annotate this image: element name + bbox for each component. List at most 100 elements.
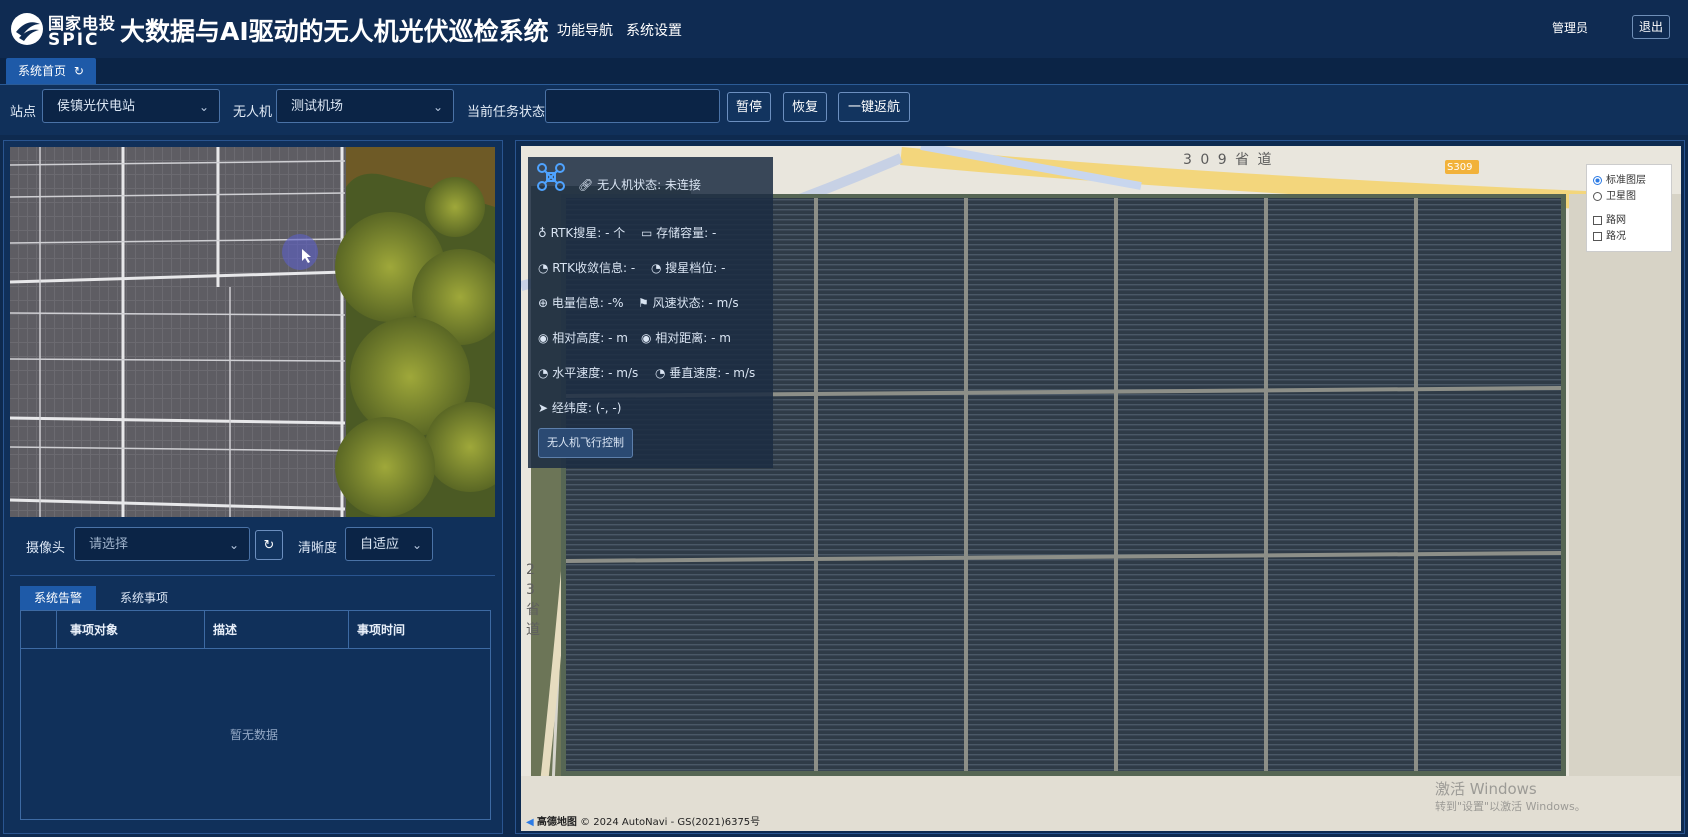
tab-system-alarm[interactable]: 系统告警 [20, 586, 97, 610]
camera-select[interactable]: 请选择 ⌄ [74, 527, 250, 561]
map-attribution: ◀ 高德地图 © 2024 AutoNavi - GS(2021)6375号 [526, 813, 760, 828]
status-search-level: ◔ 搜星档位: - [651, 259, 726, 276]
drone-icon [537, 163, 565, 191]
attribution-text: © 2024 AutoNavi - GS(2021)6375号 [580, 817, 761, 828]
chevron-down-icon: ⌄ [432, 100, 443, 114]
overlay-label: 路况 [1606, 231, 1626, 242]
satellite-icon: ♁ [538, 226, 551, 240]
windows-watermark-title: 激活 Windows [1435, 780, 1537, 798]
table-header-divider [20, 648, 491, 649]
overlay-option-traffic[interactable]: 路况 [1593, 227, 1626, 242]
road-label-23: 2 3 省 道 [526, 562, 540, 638]
road-label-309: 3 0 9 省 道 [1183, 152, 1274, 168]
logo-text-en: SPIC [48, 30, 100, 50]
user-name: 管理员 [1551, 21, 1588, 35]
status-horizontal-speed: ◔ 水平速度: - m/s [538, 364, 638, 381]
status-text: RTK搜星: - 个 [550, 226, 626, 240]
camera-select-placeholder: 请选择 [89, 537, 129, 552]
return-home-button[interactable]: 一键返航 [838, 92, 910, 122]
status-rtk-satellites: ♁ RTK搜星: - 个 [538, 224, 625, 241]
tab-home[interactable]: 系统首页 ↻ [6, 58, 96, 84]
camera-video-feed[interactable] [10, 147, 495, 517]
status-vertical-speed: ◔ 垂直速度: - m/s [655, 364, 755, 381]
status-wind: ⚑ 风速状态: - m/s [638, 294, 739, 311]
status-text: 存储容量: - [656, 226, 717, 240]
status-coordinates: ➤ 经纬度: (-, -) [538, 399, 621, 416]
clarity-select-value: 自适应 [360, 537, 400, 552]
status-storage: ▭ 存储容量: - [641, 224, 716, 241]
status-text: 电量信息: -% [551, 296, 624, 310]
empty-state-text: 暂无数据 [230, 728, 279, 742]
spic-logo-icon [11, 13, 43, 45]
windows-watermark-text: 转到"设置"以激活 Windows。 [1435, 800, 1586, 813]
gauge-icon: ◔ [538, 261, 553, 275]
status-altitude: ◉ 相对高度: - m [538, 329, 628, 346]
refresh-icon: ↻ [263, 538, 275, 553]
nav-function-menu[interactable]: 功能导航 [557, 20, 613, 40]
page-tab-strip [0, 58, 1688, 85]
camera-label: 摄像头 [26, 541, 66, 556]
layer-option-standard[interactable]: 标准图层 [1593, 171, 1646, 186]
status-text: RTK收敛信息: - [552, 261, 636, 275]
logout-button[interactable]: 退出 [1632, 15, 1670, 39]
aerial-solar-image [10, 147, 495, 517]
status-text: 垂直速度: - m/s [669, 366, 756, 380]
column-header-description: 描述 [213, 623, 238, 637]
app-title: 大数据与AI驱动的无人机光伏巡检系统 [120, 17, 549, 46]
status-text: 相对高度: - m [552, 331, 628, 345]
layer-switcher: 标准图层 卫星图 路网 路况 [1586, 164, 1672, 252]
chevron-down-icon: ⌄ [228, 538, 239, 552]
folder-icon: ▭ [641, 226, 657, 240]
column-divider [56, 610, 57, 648]
flight-control-button[interactable]: 无人机飞行控制 [538, 428, 633, 458]
site-label: 站点 [10, 105, 37, 120]
drone-label: 无人机 [233, 105, 273, 120]
location-pin-icon: ◉ [538, 331, 553, 345]
column-header-time: 事项时间 [357, 623, 406, 637]
status-text: 相对距离: - m [655, 331, 731, 345]
amap-logo-text: 高德地图 [536, 817, 577, 828]
status-distance: ◉ 相对距离: - m [641, 329, 731, 346]
status-text: 水平速度: - m/s [552, 366, 639, 380]
chevron-down-icon: ⌄ [411, 538, 422, 552]
tab-home-label: 系统首页 [18, 64, 67, 78]
resume-button[interactable]: 恢复 [783, 92, 827, 122]
gauge-icon: ◔ [651, 261, 666, 275]
clarity-select[interactable]: 自适应 ⌄ [345, 527, 433, 561]
overlay-label: 路网 [1606, 215, 1626, 226]
battery-icon: ⊕ [538, 296, 552, 310]
status-rtk-converge: ◔ RTK收敛信息: - [538, 259, 635, 276]
layer-label: 卫星图 [1606, 191, 1636, 202]
drone-select-value: 测试机场 [291, 99, 344, 114]
task-status-label: 当前任务状态 [467, 105, 546, 120]
navigation-icon: ➤ [538, 401, 552, 415]
camera-refresh-button[interactable]: ↻ [255, 530, 283, 560]
checkbox-icon [1593, 231, 1602, 241]
drone-select[interactable]: 测试机场 ⌄ [276, 89, 454, 123]
drone-connection-status: 🔗︎ 无人机状态: 未连接 [578, 176, 701, 193]
layer-option-satellite[interactable]: 卫星图 [1593, 187, 1636, 202]
drone-status-panel [528, 157, 773, 468]
checkbox-icon [1593, 215, 1602, 225]
overlay-option-roadnet[interactable]: 路网 [1593, 211, 1626, 226]
road-shield-label: S309 [1447, 162, 1473, 173]
location-pin-icon: ◉ [641, 331, 656, 345]
drone-status-title: 无人机状态: 未连接 [597, 178, 701, 192]
column-divider [204, 610, 205, 648]
task-status-field[interactable] [545, 89, 720, 123]
status-battery: ⊕ 电量信息: -% [538, 294, 623, 311]
flag-icon: ⚑ [638, 296, 653, 310]
layer-label: 标准图层 [1606, 175, 1646, 186]
site-select[interactable]: 侯镇光伏电站 ⌄ [42, 89, 220, 123]
pause-button[interactable]: 暂停 [727, 92, 771, 122]
status-text: 搜星档位: - [665, 261, 726, 275]
nav-system-settings[interactable]: 系统设置 [626, 20, 682, 40]
column-divider [348, 610, 349, 648]
speed-icon: ◔ [655, 366, 670, 380]
tab-system-events[interactable]: 系统事项 [106, 586, 182, 610]
site-select-value: 侯镇光伏电站 [57, 99, 136, 114]
clarity-label: 清晰度 [298, 541, 338, 556]
radio-selected-icon [1593, 175, 1602, 185]
link-icon: 🔗︎ [578, 178, 594, 192]
refresh-icon[interactable]: ↻ [74, 64, 84, 78]
